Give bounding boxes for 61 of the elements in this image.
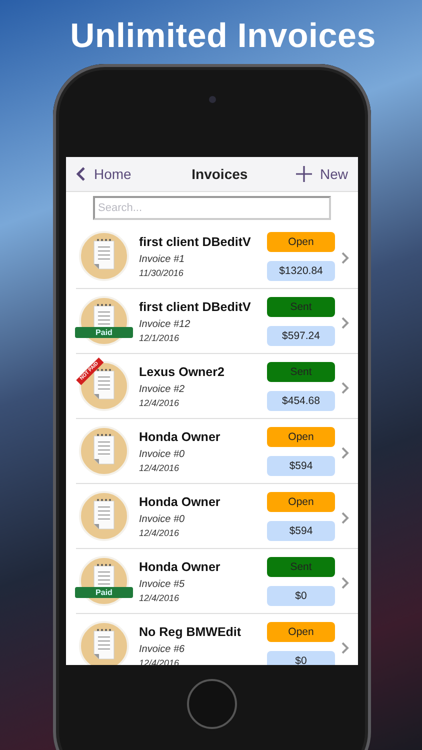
chevron-left-icon xyxy=(76,166,86,182)
invoice-row[interactable]: Paid Honda Owner Invoice #5 12/4/2016 Sent $0 xyxy=(76,549,358,614)
search-field[interactable]: Search... xyxy=(93,196,331,220)
invoice-row[interactable]: Honda Owner Invoice #0 12/4/2016 Open $594 xyxy=(76,419,358,484)
invoice-date: 11/30/2016 xyxy=(139,268,184,278)
home-button[interactable] xyxy=(187,679,237,729)
notepad-icon xyxy=(79,491,129,541)
invoice-date: 12/4/2016 xyxy=(139,462,180,472)
status-label: Open xyxy=(267,622,335,642)
invoice-number: Invoice #1 xyxy=(139,254,186,264)
ribbon-label: Paid xyxy=(75,327,133,338)
status-label: Open xyxy=(267,492,335,512)
camera-icon xyxy=(208,96,216,103)
amount-label: $0 xyxy=(267,586,335,606)
amount-label: $1320.84 xyxy=(267,260,335,280)
notepad-icon xyxy=(79,231,129,281)
amount-label: $597.24 xyxy=(267,326,335,346)
chevron-right-icon xyxy=(341,252,349,264)
notepad-icon xyxy=(79,361,129,411)
invoice-number: Invoice #0 xyxy=(139,514,186,524)
invoice-number: Invoice #5 xyxy=(139,578,186,590)
invoice-row[interactable]: first client DBeditV Invoice #1 11/30/2016 Open $1320.84 xyxy=(76,224,358,289)
status-label: Sent xyxy=(267,556,335,576)
plus-icon xyxy=(296,166,312,182)
ribbon-label: Paid xyxy=(75,587,133,598)
chevron-right-icon xyxy=(341,512,349,524)
new-invoice-button[interactable]: New xyxy=(296,166,348,182)
status-label: Sent xyxy=(267,362,335,382)
client-name: Lexus Owner2 xyxy=(139,364,226,378)
status-label: Open xyxy=(267,232,335,252)
invoice-number: Invoice #0 xyxy=(139,448,186,460)
invoice-row[interactable]: Honda Owner Invoice #0 12/4/2016 Open $594 xyxy=(76,484,358,549)
client-name: first client DBeditV xyxy=(139,234,252,248)
amount-label: $0 xyxy=(267,650,335,665)
home-back-button[interactable]: Home xyxy=(76,166,132,182)
amount-label: $594 xyxy=(267,520,335,540)
client-name: Honda Owner xyxy=(139,430,222,444)
amount-label: $454.68 xyxy=(267,390,335,410)
chevron-right-icon xyxy=(341,577,349,589)
chevron-right-icon xyxy=(341,382,349,394)
invoice-number: Invoice #6 xyxy=(139,644,186,654)
invoice-date: 12/4/2016 xyxy=(139,592,180,602)
client-name: first client DBeditV xyxy=(139,300,252,314)
headline: Unlimited Invoices xyxy=(70,16,376,57)
invoice-date: 12/1/2016 xyxy=(139,332,180,342)
chevron-right-icon xyxy=(341,447,349,459)
amount-label: $594 xyxy=(267,456,335,476)
client-name: Honda Owner xyxy=(139,560,222,574)
client-name: No Reg BMWEdit xyxy=(139,624,242,638)
invoice-number: Invoice #2 xyxy=(139,384,186,394)
chevron-right-icon xyxy=(341,642,349,654)
client-name: Honda Owner xyxy=(139,494,222,508)
invoice-row[interactable]: Paid first client DBeditV Invoice #12 12/1/2016 Sent $597.24 xyxy=(76,289,358,354)
chevron-right-icon xyxy=(341,317,349,329)
invoice-number: Invoice #12 xyxy=(139,318,192,330)
notepad-icon xyxy=(79,426,129,476)
status-label: Sent xyxy=(267,296,335,316)
invoice-date: 12/4/2016 xyxy=(139,398,180,408)
screen-title: Invoices xyxy=(192,166,248,182)
status-label: Open xyxy=(267,426,335,446)
invoice-date: 12/4/2016 xyxy=(139,528,180,538)
